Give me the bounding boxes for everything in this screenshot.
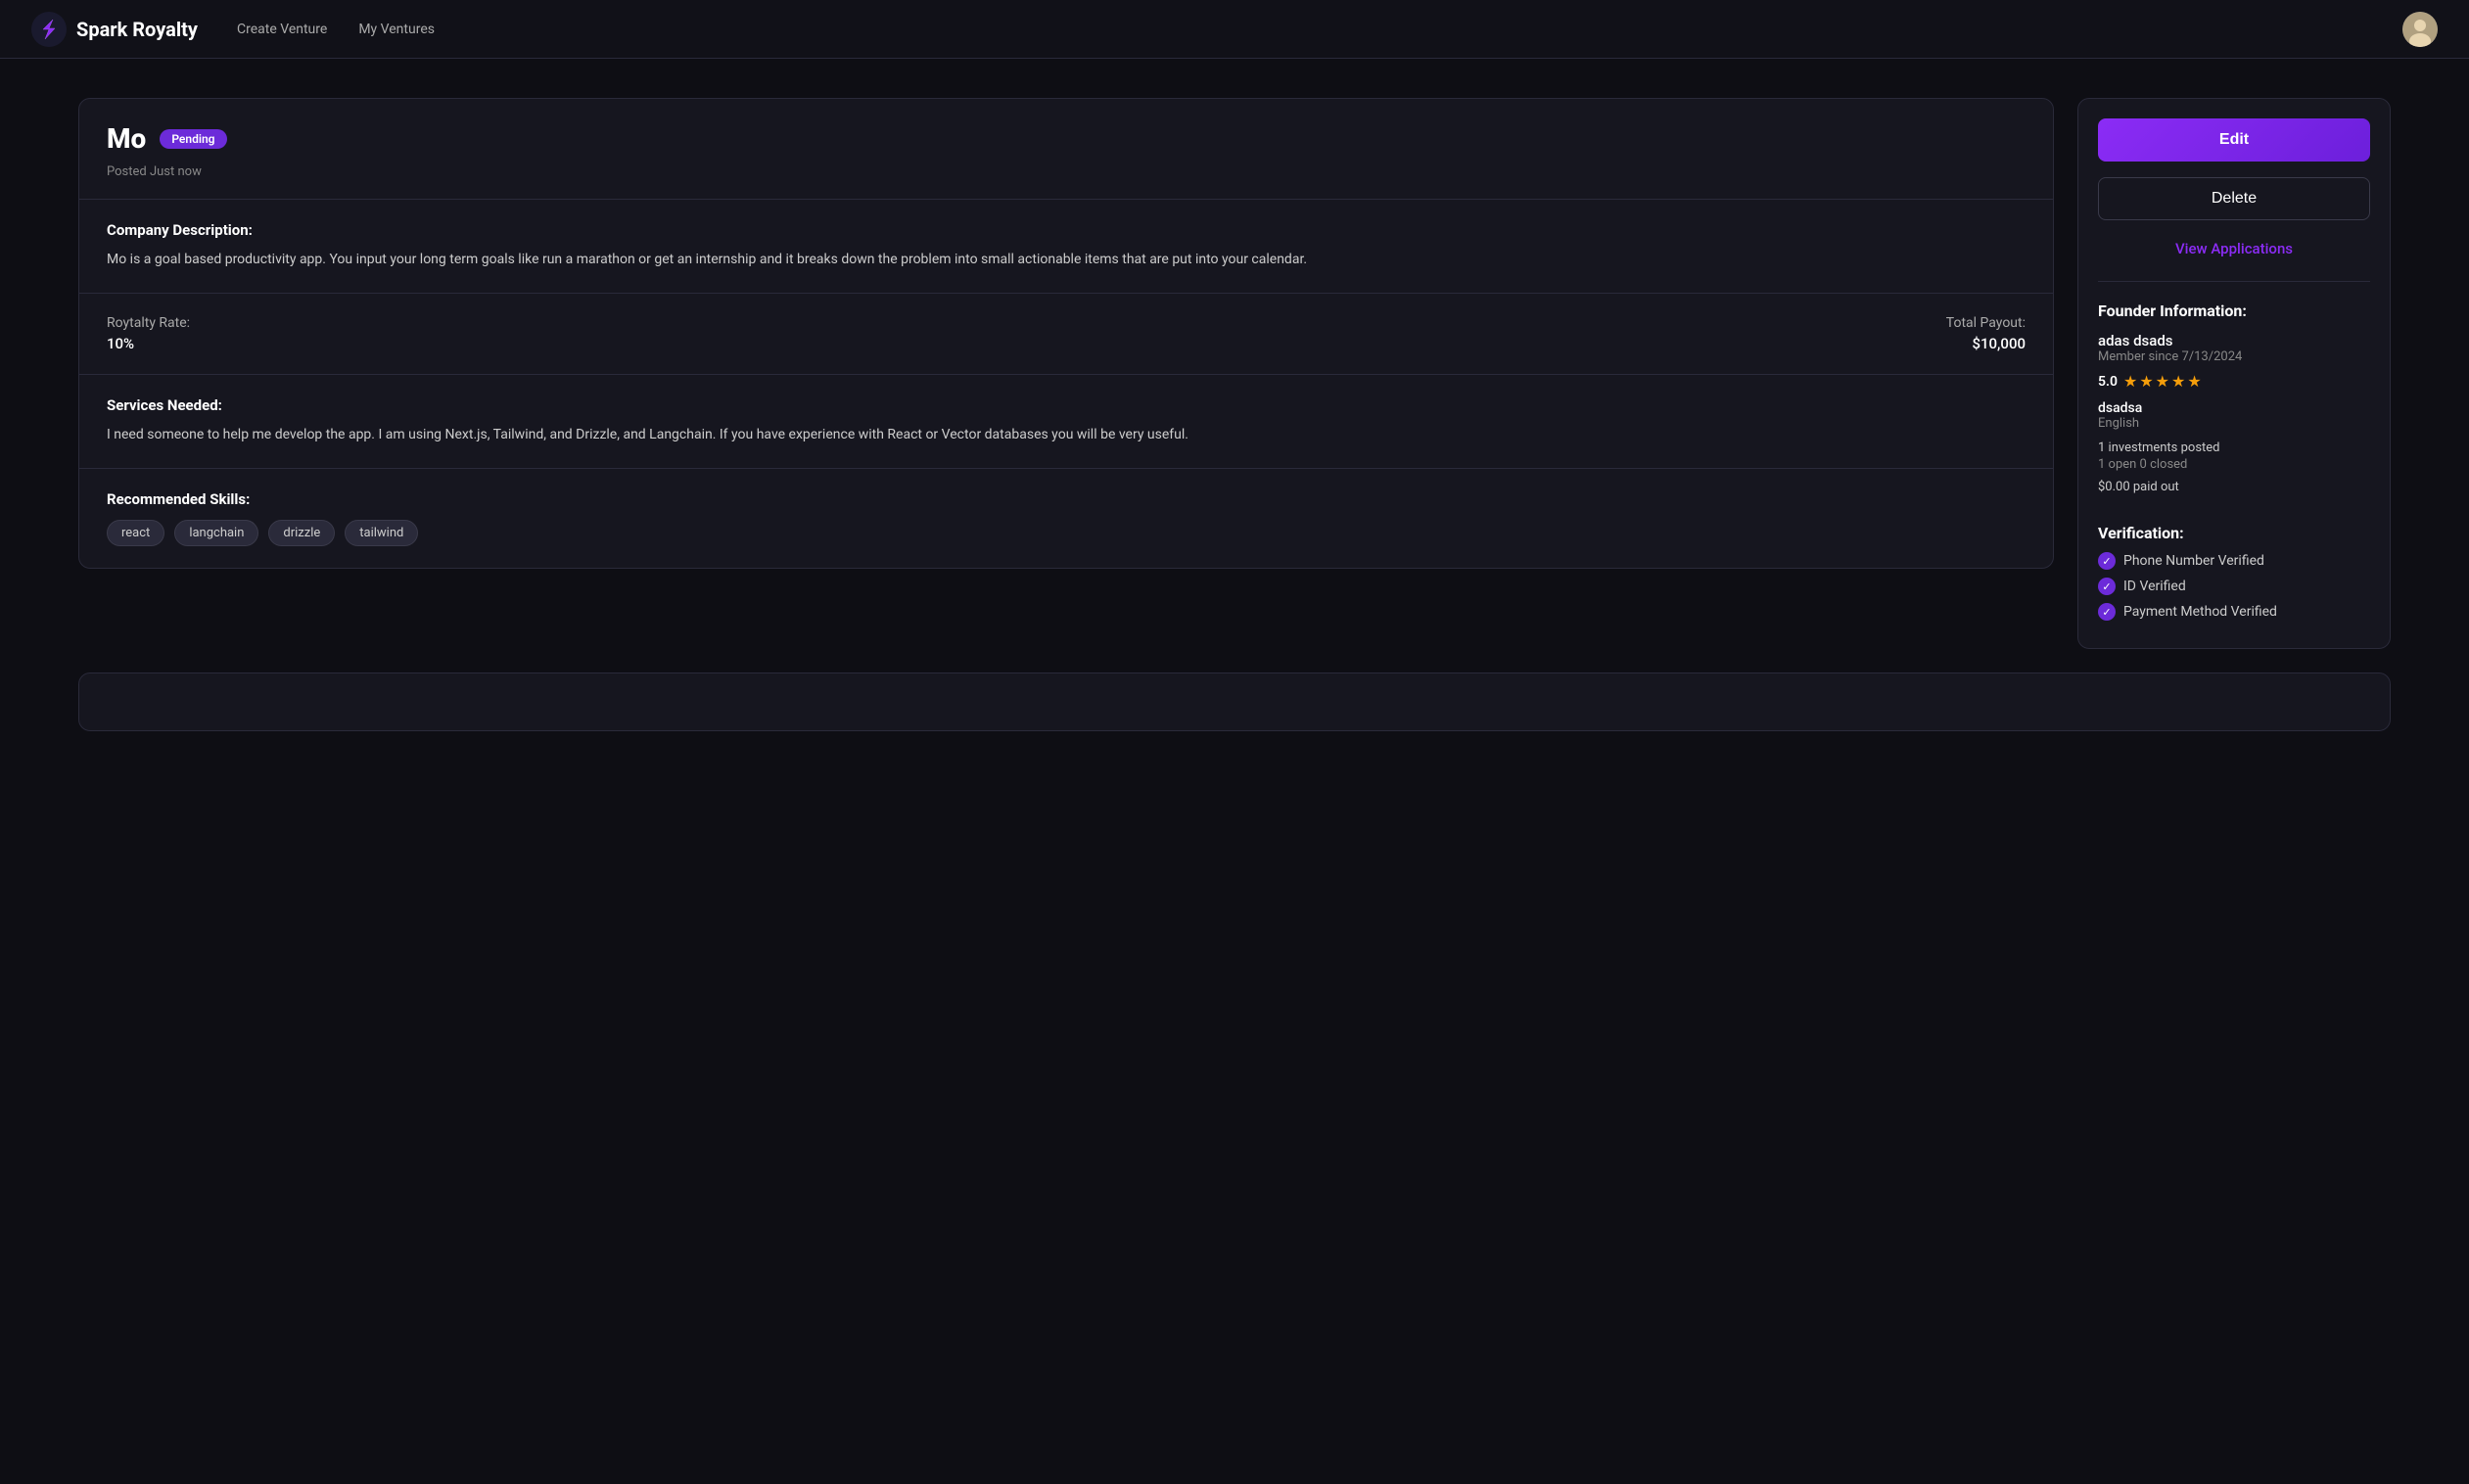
main-content: Mo Pending Posted Just now Company Descr… (0, 59, 2469, 770)
star-1: ★ (2123, 372, 2137, 391)
card-header-row: Mo Pending (107, 122, 2026, 155)
navbar: Spark Royalty Create Venture My Ventures (0, 0, 2469, 59)
star-5: ★ (2187, 372, 2201, 391)
royalty-section: Roytalty Rate: 10% Total Payout: $10,000 (79, 294, 2053, 375)
logo-text: Spark Royalty (76, 18, 198, 41)
royalty-rate-label: Roytalty Rate: (107, 315, 190, 331)
nav-create-venture[interactable]: Create Venture (237, 22, 327, 37)
total-payout-value: $10,000 (1946, 335, 2026, 352)
verified-icon: ✓ (2098, 578, 2116, 595)
skill-tag: drizzle (268, 520, 335, 546)
venture-title: Mo (107, 122, 146, 155)
skills-section: Recommended Skills: react langchain drizzl… (79, 469, 2053, 568)
verification-item: ✓ Payment Method Verified (2098, 603, 2370, 621)
avatar[interactable] (2402, 12, 2438, 47)
company-description-title: Company Description: (107, 221, 2026, 239)
verification-list: ✓ Phone Number Verified ✓ ID Verified ✓ Payme… (2098, 552, 2370, 621)
verification-item: ✓ Phone Number Verified (2098, 552, 2370, 570)
total-payout-label: Total Payout: (1946, 315, 2026, 331)
card-header: Mo Pending Posted Just now (79, 99, 2053, 200)
total-payout-item: Total Payout: $10,000 (1946, 315, 2026, 352)
rating-score: 5.0 (2098, 374, 2118, 390)
verification-text: ID Verified (2123, 579, 2186, 594)
nav-my-ventures[interactable]: My Ventures (358, 22, 435, 37)
skill-tag: langchain (174, 520, 258, 546)
star-2: ★ (2139, 372, 2153, 391)
delete-button[interactable]: Delete (2098, 177, 2370, 220)
venture-card-row: Mo Pending Posted Just now Company Descr… (78, 98, 2391, 649)
verified-icon: ✓ (2098, 552, 2116, 570)
rating-row: 5.0 ★ ★ ★ ★ ★ (2098, 372, 2370, 391)
company-description-text: Mo is a goal based productivity app. You… (107, 249, 2026, 271)
verified-icon: ✓ (2098, 603, 2116, 621)
skills-row: react langchain drizzle tailwind (107, 520, 2026, 546)
nav-links: Create Venture My Ventures (237, 22, 2402, 37)
star-4: ★ (2171, 372, 2185, 391)
services-section: Services Needed: I need someone to help … (79, 375, 2053, 469)
logo[interactable]: Spark Royalty (31, 12, 198, 47)
founder-payout: $0.00 paid out (2098, 480, 2370, 494)
posted-time: Posted Just now (107, 164, 202, 179)
venture-main-card: Mo Pending Posted Just now Company Descr… (78, 98, 2054, 569)
royalty-rate-value: 10% (107, 335, 190, 352)
star-3: ★ (2156, 372, 2169, 391)
founder-since: Member since 7/13/2024 (2098, 349, 2370, 364)
founder-name: adas dsads (2098, 332, 2370, 349)
status-badge: Pending (160, 129, 226, 149)
founder-investments-posted: 1 investments posted (2098, 441, 2370, 455)
founder-language: English (2098, 416, 2370, 431)
edit-button[interactable]: Edit (2098, 118, 2370, 162)
verification-item: ✓ ID Verified (2098, 578, 2370, 595)
skill-tag: react (107, 520, 164, 546)
services-text: I need someone to help me develop the ap… (107, 424, 2026, 446)
founder-username: dsadsa (2098, 400, 2370, 416)
founder-heading: Founder Information: (2098, 301, 2370, 320)
company-description-section: Company Description: Mo is a goal based … (79, 200, 2053, 294)
skills-title: Recommended Skills: (107, 490, 2026, 508)
logo-icon (31, 12, 67, 47)
venture-sidebar-card: Edit Delete View Applications Founder In… (2077, 98, 2391, 649)
skill-tag: tailwind (345, 520, 418, 546)
services-title: Services Needed: (107, 396, 2026, 414)
royalty-rate-item: Roytalty Rate: 10% (107, 315, 190, 352)
stars: ★ ★ ★ ★ ★ (2123, 372, 2202, 391)
royalty-row: Roytalty Rate: 10% Total Payout: $10,000 (107, 315, 2026, 352)
verification-heading: Verification: (2098, 524, 2370, 542)
verification-text: Payment Method Verified (2123, 604, 2277, 620)
bottom-card-placeholder (78, 672, 2391, 731)
founder-investments-status: 1 open 0 closed (2098, 457, 2370, 472)
founder-info-section: Founder Information: adas dsads Member s… (2098, 301, 2370, 508)
verification-section: Verification: ✓ Phone Number Verified ✓ ID … (2098, 524, 2370, 628)
sidebar-divider (2098, 281, 2370, 282)
verification-text: Phone Number Verified (2123, 553, 2264, 569)
view-applications-link[interactable]: View Applications (2098, 236, 2370, 261)
